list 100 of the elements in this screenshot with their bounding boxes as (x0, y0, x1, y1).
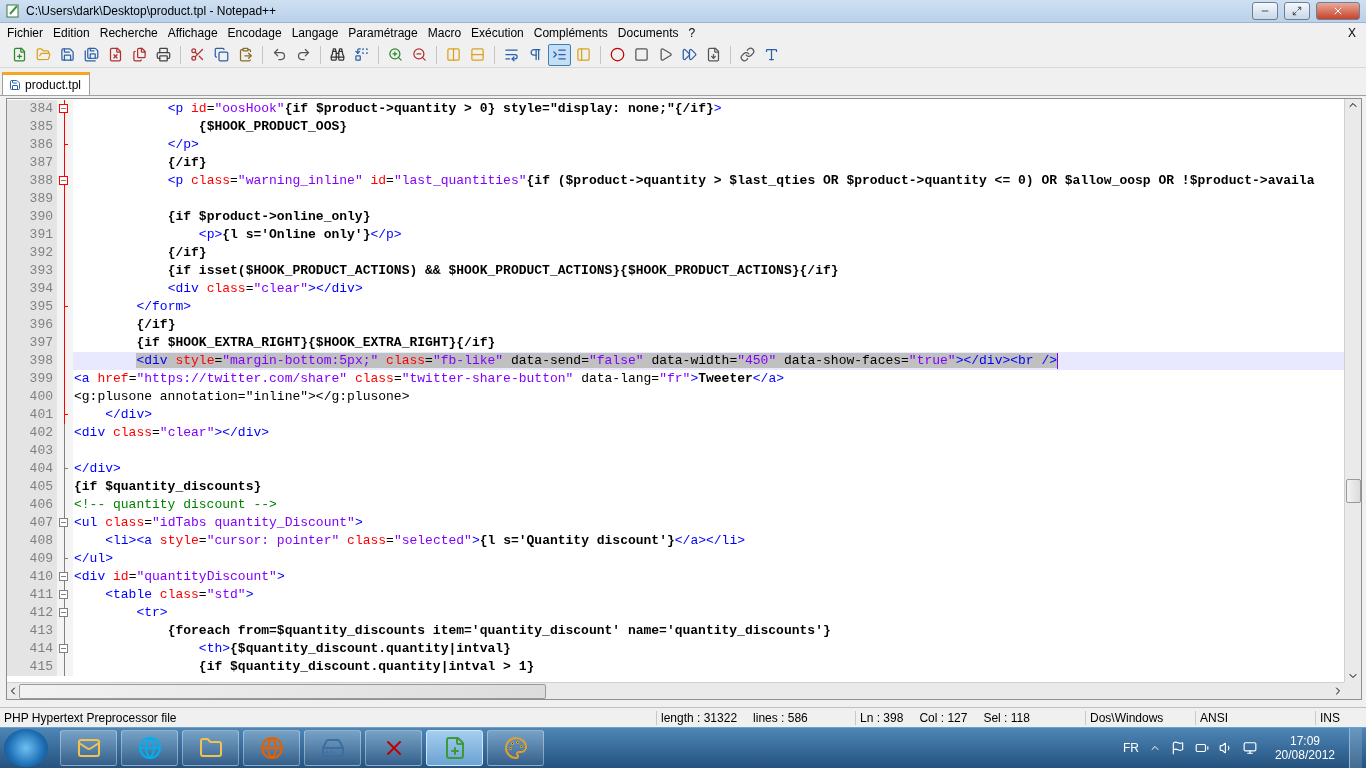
taskbar-app-button[interactable] (426, 730, 483, 766)
line-number: 394 (7, 280, 57, 298)
menu-item[interactable]: Langage (286, 25, 344, 40)
run-macro-multiple-icon (682, 47, 697, 62)
line-number: 393 (7, 262, 57, 280)
code-line: <th>{$quantity_discount.quantity|intval} (197, 640, 511, 658)
replace-icon (354, 47, 369, 62)
line-number: 412 (7, 604, 57, 622)
code-line: <g:plusone annotation="inline"></g:plusone> (74, 388, 410, 406)
palette-icon (503, 736, 528, 760)
line-number: 392 (7, 244, 57, 262)
document-tab[interactable]: product.tpl (2, 72, 91, 95)
scroll-thumb[interactable] (19, 683, 546, 699)
code-line: </ul> (74, 550, 113, 568)
menu-item[interactable]: Documents (612, 25, 684, 40)
menu-item[interactable]: Exécution (466, 25, 529, 40)
close-icon (108, 47, 123, 62)
vertical-scrollbar[interactable] (1344, 99, 1361, 682)
length-label: length : 31322 (661, 710, 738, 725)
line-number: 413 (7, 622, 57, 640)
code-line: <table class="std"> (104, 586, 254, 604)
zoom-in-icon (388, 47, 403, 62)
undo-icon (272, 47, 287, 62)
save-all-icon (84, 47, 99, 62)
indent-guide-icon (552, 47, 567, 62)
close-document-button[interactable]: X (1340, 25, 1364, 40)
horizontal-scrollbar[interactable] (7, 682, 1344, 699)
lines-label: lines : 586 (753, 710, 808, 725)
code-line: {if $quantity_discount.quantity|intval > 1} (197, 658, 535, 676)
code-line: <div id="quantityDiscount"> (74, 568, 285, 586)
encoding-label: ANSI (1195, 710, 1315, 725)
insert-mode-label: INS (1315, 710, 1362, 725)
close-button[interactable] (1316, 2, 1360, 20)
clock-time: 17:09 (1289, 734, 1320, 748)
flag-icon[interactable] (1170, 741, 1185, 755)
start-button[interactable] (4, 729, 48, 767)
fold-toggle-icon[interactable] (59, 590, 68, 599)
window-title: C:\Users\dark\Desktop\product.tpl - Notepad++ (26, 4, 278, 18)
line-number: 384 (7, 100, 57, 118)
spelling-icon (764, 47, 779, 62)
code-line: <!-- quantity discount --> (74, 496, 277, 514)
show-all-characters-icon (528, 47, 543, 62)
menu-item[interactable]: Paramétrage (343, 25, 423, 40)
network-icon[interactable] (1242, 741, 1257, 755)
code-line: <p>{l s='Online only'}</p> (197, 226, 402, 244)
minimize-button[interactable] (1252, 2, 1278, 20)
line-number: 387 (7, 154, 57, 172)
line-number: 403 (7, 442, 57, 460)
code-line: <a href="https://twitter.com/share" class="twitter-share-button" data-lang="fr">Tweeter</a> (74, 370, 785, 388)
line-number: 395 (7, 298, 57, 316)
line-number: 404 (7, 460, 57, 478)
cut-icon (190, 47, 205, 62)
scroll-thumb[interactable] (1345, 479, 1361, 503)
new-file-icon (12, 47, 27, 62)
sync-vertical-icon (446, 47, 461, 62)
code-line: {/if} (166, 244, 207, 262)
code-line: {if $quantity_discounts} (74, 478, 262, 496)
code-line: </form> (135, 298, 192, 316)
fold-toggle-icon[interactable] (59, 644, 68, 653)
fold-toggle-icon[interactable] (59, 104, 68, 113)
line-number: 398 (7, 352, 57, 370)
code-line: {if isset($HOOK_PRODUCT_ACTIONS) && $HOOK_PRODUCT_ACTIONS}{$HOOK_PRODUCT_ACTIONS}{/if} (166, 262, 839, 280)
print-icon (156, 47, 171, 62)
menu-item[interactable]: Encodage (222, 25, 287, 40)
fold-toggle-icon[interactable] (59, 572, 68, 581)
close-all-icon (132, 47, 147, 62)
line-number: 407 (7, 514, 57, 532)
line-number: 415 (7, 658, 57, 676)
menu-item[interactable]: ? (683, 25, 701, 40)
play-macro-icon (658, 47, 673, 62)
line-number: 409 (7, 550, 57, 568)
code-line: <p id="oosHook"{if $product->quantity > 0} style="display: none;"{/if}> (166, 100, 722, 118)
record-macro-icon (610, 47, 625, 62)
text-cursor (1057, 353, 1059, 369)
line-number: 402 (7, 424, 57, 442)
globe-icon (259, 736, 284, 760)
menu-item[interactable]: Affichage (162, 25, 223, 40)
selection-label: Sel : 118 (983, 710, 1030, 725)
line-number: 386 (7, 136, 57, 154)
fold-toggle-icon[interactable] (59, 608, 68, 617)
line-label: Ln : 398 (860, 710, 904, 725)
menu-item[interactable]: Compléments (528, 25, 613, 40)
menu-item[interactable]: Macro (422, 25, 467, 40)
fold-toggle-icon[interactable] (59, 176, 68, 185)
restore-button[interactable] (1284, 2, 1310, 20)
indent-guide-button[interactable] (548, 43, 571, 66)
language-indicator[interactable]: FR (1122, 741, 1139, 755)
line-number: 410 (7, 568, 57, 586)
show-desktop-button[interactable] (1349, 728, 1362, 768)
menu-item[interactable]: Edition (48, 25, 95, 40)
menu-item[interactable]: Fichier (2, 25, 48, 40)
code-line: <li><a style="cursor: pointer" class="selected">{l s='Quantity discount'}</a></li> (104, 532, 745, 550)
battery-icon[interactable] (1194, 741, 1209, 755)
line-ending-label: Dos\Windows (1085, 710, 1195, 725)
document-map-icon (576, 47, 591, 62)
menu-item[interactable]: Recherche (94, 25, 163, 40)
line-number: 405 (7, 478, 57, 496)
fold-toggle-icon[interactable] (59, 518, 68, 527)
code-line: <div class="clear"></div> (166, 280, 363, 298)
code-line: </div> (74, 460, 121, 478)
